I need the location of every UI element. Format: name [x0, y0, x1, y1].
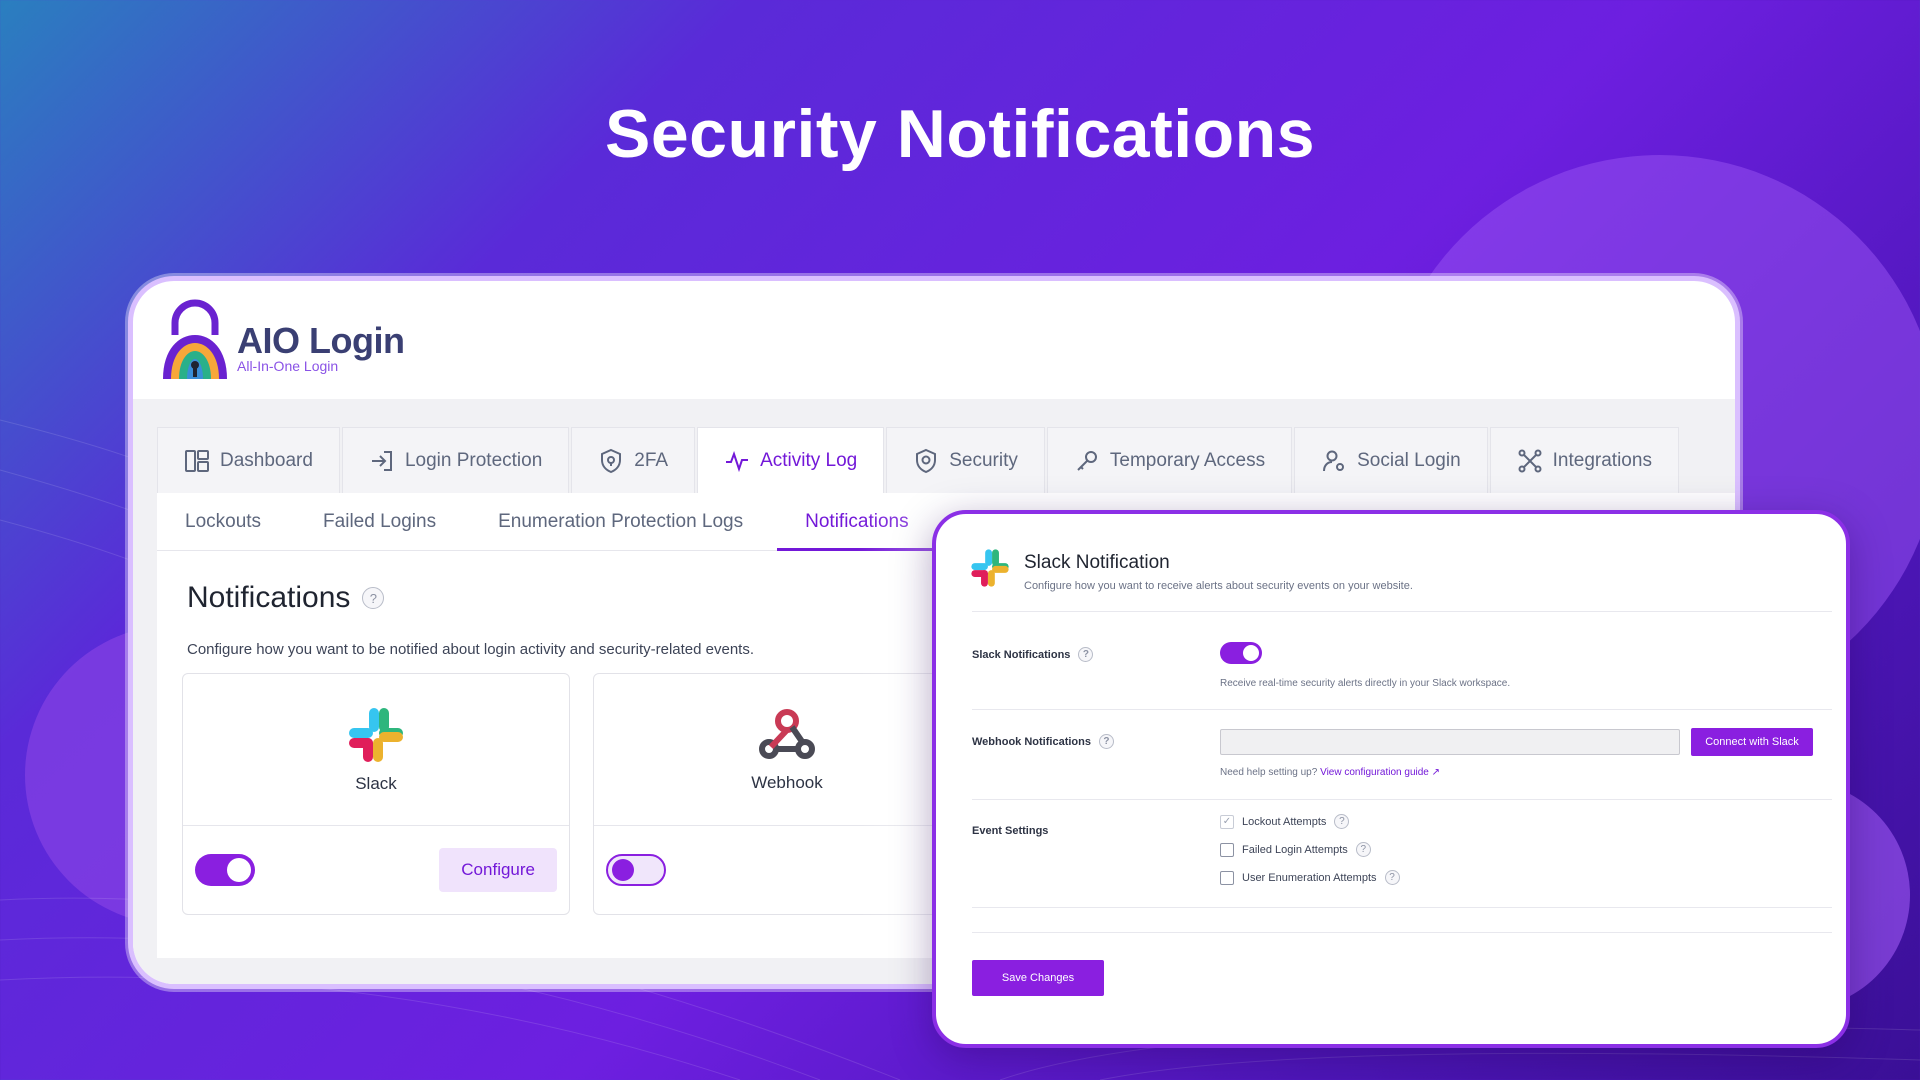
- tab-login-protection[interactable]: Login Protection: [341, 427, 570, 493]
- webhook-notifications-label: Webhook Notifications ?: [972, 734, 1114, 749]
- slack-note: Receive real-time security alerts direct…: [1220, 678, 1511, 689]
- toggle-knob: [612, 859, 634, 881]
- checkbox[interactable]: [1220, 842, 1234, 857]
- tab-integrations[interactable]: Integrations: [1489, 427, 1679, 493]
- tab-security[interactable]: Security: [886, 427, 1045, 493]
- configure-button[interactable]: Configure: [439, 848, 557, 892]
- tab-label: Security: [949, 449, 1018, 471]
- subtab-enumeration-protection-logs[interactable]: Enumeration Protection Logs: [498, 493, 767, 550]
- notifications-heading: Notifications ?: [187, 581, 385, 615]
- slack-icon: [349, 707, 403, 762]
- help-setup-label: Need help setting up?: [1220, 767, 1318, 778]
- external-link-icon: ↗: [1431, 767, 1441, 778]
- help-icon[interactable]: ?: [1384, 870, 1400, 885]
- tab-2fa[interactable]: 2FA: [571, 427, 696, 493]
- webhook-url-input[interactable]: [1220, 729, 1680, 755]
- tab-label: Integrations: [1552, 449, 1652, 471]
- notifications-title: Notifications: [187, 581, 351, 614]
- brand: AIO Login All-In-One Login: [159, 297, 405, 387]
- key-icon: [1077, 450, 1097, 471]
- brand-name: AIO Login: [237, 320, 405, 361]
- help-icon[interactable]: ?: [1078, 647, 1094, 662]
- divider: [972, 932, 1832, 933]
- help-setup-text: Need help setting up? View configuration…: [1220, 767, 1440, 778]
- main-tabs: Dashboard Login Protection 2FA Activity …: [157, 427, 1681, 493]
- tab-temporary-access[interactable]: Temporary Access: [1046, 427, 1293, 493]
- slack-notification-panel: Slack Notification Configure how you wan…: [932, 510, 1850, 1048]
- divider: [972, 907, 1832, 908]
- connect-with-slack-button[interactable]: Connect with Slack: [1691, 728, 1813, 756]
- page-title: Security Notifications: [604, 96, 1316, 172]
- event-user-enumeration-attempts[interactable]: User Enumeration Attempts ?: [1220, 870, 1400, 885]
- panel-title: Slack Notification: [1024, 552, 1170, 573]
- tab-label: Activity Log: [760, 449, 858, 471]
- aio-logo-icon: [163, 299, 227, 379]
- label-text: Slack Notifications: [972, 648, 1071, 661]
- card-name: Slack: [355, 773, 397, 793]
- card-header: Slack: [183, 674, 569, 826]
- event-settings-label: Event Settings: [972, 825, 1049, 837]
- tab-dashboard[interactable]: Dashboard: [157, 427, 340, 493]
- help-icon[interactable]: ?: [362, 587, 385, 609]
- divider: [972, 611, 1832, 612]
- tab-label: 2FA: [634, 449, 669, 471]
- shield-icon: [916, 448, 937, 473]
- slack-icon: [971, 549, 1009, 587]
- subtab-notifications[interactable]: Notifications: [777, 493, 933, 551]
- checkbox-label: Failed Login Attempts: [1242, 843, 1348, 856]
- subtab-lockouts[interactable]: Lockouts: [185, 493, 285, 550]
- webhook-toggle[interactable]: [606, 854, 666, 886]
- tab-label: Login Protection: [404, 449, 543, 471]
- tab-label: Dashboard: [220, 449, 313, 471]
- panel-header: Slack Notification Configure how you wan…: [970, 548, 1413, 592]
- checkbox-label: User Enumeration Attempts: [1242, 871, 1377, 884]
- tab-social-login[interactable]: Social Login: [1294, 427, 1488, 493]
- help-icon[interactable]: ?: [1334, 814, 1350, 829]
- panel-subtitle: Configure how you want to receive alerts…: [1024, 580, 1413, 592]
- checkbox[interactable]: [1220, 870, 1234, 885]
- divider: [972, 709, 1832, 710]
- toggle-knob: [227, 858, 251, 882]
- slack-toggle[interactable]: [195, 854, 255, 886]
- checkbox-label: Lockout Attempts: [1242, 815, 1327, 828]
- integrations-icon: [1518, 449, 1542, 472]
- save-changes-button[interactable]: Save Changes: [972, 960, 1104, 996]
- slack-card: Slack Configure: [182, 673, 570, 915]
- card-header: Webhook: [594, 674, 980, 826]
- slack-notifications-toggle[interactable]: [1220, 642, 1262, 664]
- configuration-guide-link[interactable]: View configuration guide: [1320, 767, 1429, 778]
- notifications-description: Configure how you want to be notified ab…: [187, 641, 754, 658]
- tab-activity-log[interactable]: Activity Log: [697, 427, 885, 493]
- card-footer: [594, 826, 980, 914]
- divider: [972, 799, 1832, 800]
- label-text: Webhook Notifications: [972, 735, 1091, 748]
- webhook-card: Webhook: [593, 673, 981, 915]
- user-settings-icon: [1323, 450, 1345, 471]
- webhook-icon: [759, 708, 815, 759]
- help-icon[interactable]: ?: [1098, 734, 1114, 749]
- dashboard-icon: [185, 449, 209, 472]
- card-name: Webhook: [751, 772, 823, 792]
- slack-notifications-label: Slack Notifications ?: [972, 647, 1094, 662]
- shield-lock-icon: [601, 448, 622, 473]
- event-lockout-attempts[interactable]: ✓ Lockout Attempts ?: [1220, 814, 1350, 829]
- event-failed-login-attempts[interactable]: Failed Login Attempts ?: [1220, 842, 1371, 857]
- tab-label: Social Login: [1357, 449, 1461, 471]
- check-icon[interactable]: ✓: [1220, 814, 1234, 829]
- activity-pulse-icon: [726, 450, 749, 472]
- login-arrow-icon: [371, 450, 392, 471]
- toggle-knob: [1243, 645, 1259, 661]
- help-icon[interactable]: ?: [1355, 842, 1371, 857]
- tab-label: Temporary Access: [1109, 449, 1266, 471]
- card-footer: Configure: [183, 826, 569, 914]
- subtab-failed-logins[interactable]: Failed Logins: [323, 493, 460, 550]
